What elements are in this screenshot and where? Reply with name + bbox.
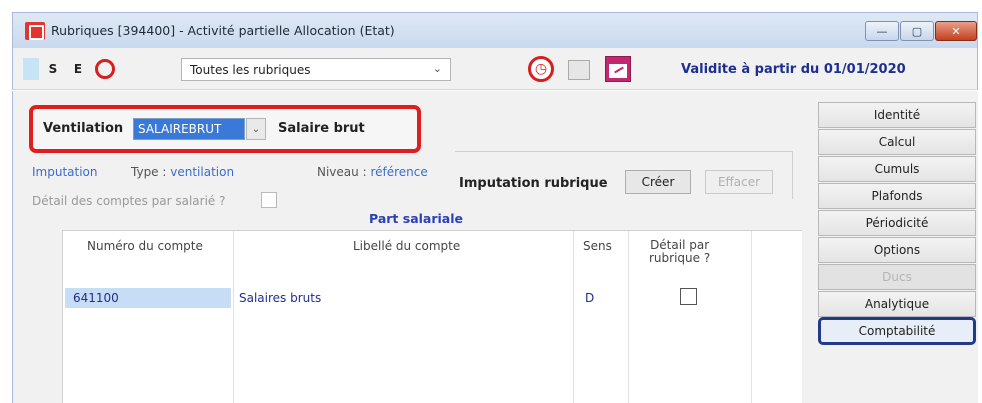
niveau-value: référence	[370, 165, 428, 179]
main-panel: Ventilation SALAIREBRUT ⌄ Salaire brut I…	[12, 91, 978, 403]
nav-plafonds[interactable]: Plafonds	[818, 183, 976, 209]
chevron-down-icon: ⌄	[251, 123, 261, 135]
toolbar-r-button[interactable]: R	[23, 58, 39, 80]
detail-comptes-checkbox[interactable]	[261, 192, 277, 208]
title-bar: Rubriques [394400] - Activité partielle …	[12, 12, 978, 48]
niveau-field: Niveau : référence	[317, 165, 428, 179]
cell-sens[interactable]: D	[585, 291, 594, 305]
accounts-table: Numéro du compte Libellé du compte Sens …	[62, 230, 802, 403]
window-title: Rubriques [394400] - Activité partielle …	[51, 23, 395, 38]
history-button[interactable]: ◷	[528, 56, 554, 82]
column-divider	[573, 231, 574, 403]
clock-icon: ◷	[534, 61, 548, 77]
detail-comptes-label: Détail des comptes par salarié ?	[32, 194, 226, 208]
header-account-label: Libellé du compte	[353, 239, 461, 253]
toolbar-s-button[interactable]: S	[43, 58, 63, 80]
nav-identite[interactable]: Identité	[818, 102, 976, 128]
column-divider	[233, 231, 234, 403]
header-detail-line2: rubrique ?	[649, 251, 711, 265]
imputation-rubrique-group: Imputation rubrique Créer Effacer	[455, 151, 793, 199]
chevron-down-icon: ⌄	[432, 62, 442, 75]
calendar-button[interactable]	[605, 56, 631, 82]
header-detail: Détail par rubrique ?	[649, 239, 710, 265]
document-button[interactable]	[568, 60, 590, 80]
rubrique-filter-select[interactable]: Toutes les rubriques ⌄	[181, 58, 451, 81]
ventilation-label: Ventilation	[43, 121, 124, 136]
close-icon: ✕	[951, 24, 961, 38]
create-button[interactable]: Créer	[625, 170, 691, 194]
ventilation-name: Salaire brut	[278, 121, 365, 136]
cell-account-number[interactable]: 641100	[65, 288, 231, 308]
ventilation-input[interactable]: SALAIREBRUT	[133, 118, 245, 140]
detail-rubrique-checkbox[interactable]	[680, 288, 697, 305]
app-icon	[25, 22, 45, 40]
type-field: Type : ventilation	[131, 165, 234, 179]
close-button[interactable]: ✕	[935, 21, 977, 41]
toolbar: R S E Toutes les rubriques ⌄ ◷ Validite …	[12, 48, 978, 90]
cell-account-label[interactable]: Salaires bruts	[239, 291, 321, 305]
niveau-label: Niveau :	[317, 165, 367, 179]
toolbar-stop-button[interactable]	[93, 58, 117, 80]
rubrique-filter-value: Toutes les rubriques	[190, 63, 311, 77]
delete-button[interactable]: Effacer	[705, 170, 773, 194]
maximize-button[interactable]: ▢	[900, 21, 934, 41]
nav-comptabilite[interactable]: Comptabilité	[818, 317, 976, 345]
nav-periodicite[interactable]: Périodicité	[818, 210, 976, 236]
column-divider	[628, 231, 629, 403]
part-salariale-title: Part salariale	[369, 211, 463, 226]
minimize-button[interactable]: —	[865, 21, 899, 41]
header-sens: Sens	[583, 239, 612, 253]
stop-icon	[95, 59, 115, 79]
type-label: Type :	[131, 165, 167, 179]
column-divider	[751, 231, 752, 403]
type-value: ventilation	[170, 165, 235, 179]
minimize-icon: —	[876, 24, 888, 38]
nav-analytique[interactable]: Analytique	[818, 291, 976, 317]
imputation-link[interactable]: Imputation	[32, 165, 98, 179]
nav-ducs[interactable]: Ducs	[818, 264, 976, 290]
imputation-rubrique-title: Imputation rubrique	[459, 176, 608, 191]
nav-options[interactable]: Options	[818, 237, 976, 263]
validity-date: Validite à partir du 01/01/2020	[681, 62, 906, 77]
toolbar-e-button[interactable]: E	[68, 58, 88, 80]
nav-calcul[interactable]: Calcul	[818, 129, 976, 155]
ventilation-highlight: Ventilation SALAIREBRUT ⌄ Salaire brut	[29, 105, 421, 153]
header-account-number: Numéro du compte	[87, 239, 203, 253]
maximize-icon: ▢	[911, 24, 923, 38]
ventilation-dropdown-button[interactable]: ⌄	[246, 118, 266, 140]
nav-cumuls[interactable]: Cumuls	[818, 156, 976, 182]
